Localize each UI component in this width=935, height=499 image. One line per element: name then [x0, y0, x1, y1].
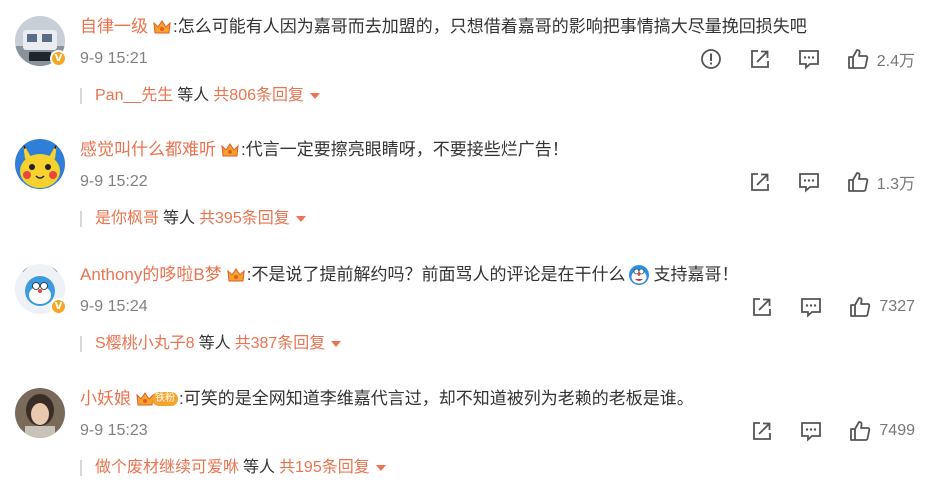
comment-item: 小妖娘 铁粉 :可笑的是全网知道李维嘉代言过，却不知道被列为老赖的老板是谁。 9… — [0, 372, 935, 496]
like-button[interactable]: 7327 — [849, 296, 915, 318]
reply-etc: 等人 — [243, 459, 276, 476]
crown-icon — [153, 20, 171, 34]
comment-item: 感觉叫什么都难听 :代言一定要擦亮眼睛呀，不要接些烂广告！ 9-9 15:22 … — [0, 123, 935, 247]
like-button[interactable]: 2.4万 — [847, 47, 915, 71]
verified-badge: V — [50, 298, 67, 315]
avatar[interactable] — [15, 139, 65, 189]
comment-item: V Anthony的哆啦B梦 :不是说了提前解约吗？前面骂人的评论是在干什么 支… — [0, 248, 935, 372]
reply-summary[interactable]: S樱桃小丸子8 等人 共387条回复 — [80, 333, 342, 355]
crown-icon — [221, 143, 239, 157]
comment-text: :代言一定要擦亮眼睛呀，不要接些烂广告！ — [241, 140, 569, 159]
doraemon-emoji-icon — [629, 265, 650, 285]
comment-icon[interactable] — [798, 48, 820, 70]
timestamp: 9-9 15:24 — [80, 298, 148, 315]
divider — [80, 211, 82, 227]
reply-user[interactable]: 是你枫哥 — [95, 208, 159, 230]
username[interactable]: 自律一级 — [80, 15, 148, 39]
verified-badge: V — [50, 50, 67, 67]
comment-line: 感觉叫什么都难听 :代言一定要擦亮眼睛呀，不要接些烂广告！ — [80, 138, 569, 162]
reply-etc: 等人 — [163, 210, 196, 227]
comment-actions: 2.4万 — [700, 46, 915, 72]
timestamp: 9-9 15:22 — [80, 173, 148, 190]
comment-line: Anthony的哆啦B梦 :不是说了提前解约吗？前面骂人的评论是在干什么 支持嘉… — [80, 263, 738, 287]
like-icon — [850, 421, 871, 441]
chevron-down-icon — [295, 216, 306, 222]
timestamp: 9-9 15:21 — [80, 50, 148, 67]
comment-item: V 自律一级 :怎么可能有人因为嘉哥而去加盟的，只想借着嘉哥的影响把事情搞大尽量… — [0, 0, 935, 124]
reply-summary[interactable]: Pan__先生 等人 共806条回复 — [80, 85, 320, 107]
comment-actions: 7499 — [751, 418, 915, 444]
comment-actions: 7327 — [751, 294, 915, 320]
chevron-down-icon — [375, 465, 386, 471]
like-icon — [850, 297, 871, 317]
avatar[interactable] — [15, 388, 65, 438]
share-icon[interactable] — [749, 48, 771, 70]
like-icon — [847, 172, 868, 192]
chevron-down-icon — [310, 93, 320, 99]
username[interactable]: 感觉叫什么都难听 — [80, 138, 216, 162]
timestamp: 9-9 15:23 — [80, 422, 148, 439]
chevron-down-icon — [331, 341, 342, 347]
reply-user[interactable]: Pan__先生 — [95, 85, 173, 107]
divider — [80, 336, 82, 352]
like-icon — [847, 49, 868, 69]
crown-icon — [227, 268, 245, 282]
comment-icon[interactable] — [800, 296, 822, 318]
reply-user[interactable]: S樱桃小丸子8 — [95, 333, 195, 355]
like-count: 2.4万 — [876, 53, 915, 70]
share-icon[interactable] — [749, 171, 771, 193]
username[interactable]: Anthony的哆啦B梦 — [80, 263, 222, 287]
like-count: 1.3万 — [876, 176, 915, 193]
comment-icon[interactable] — [800, 420, 822, 442]
reply-user[interactable]: 做个废材继续可爱咻 — [95, 457, 239, 479]
report-icon[interactable] — [700, 48, 722, 70]
comment-line: 小妖娘 铁粉 :可笑的是全网知道李维嘉代言过，却不知道被列为老赖的老板是谁。 — [80, 387, 694, 411]
reply-etc: 等人 — [198, 335, 231, 352]
comment-text: :可笑的是全网知道李维嘉代言过，却不知道被列为老赖的老板是谁。 — [179, 389, 694, 408]
like-button[interactable]: 1.3万 — [847, 170, 915, 194]
comment-text: :不是说了提前解约吗？前面骂人的评论是在干什么 — [246, 265, 626, 284]
comment-line: 自律一级 :怎么可能有人因为嘉哥而去加盟的，只想借着嘉哥的影响把事情搞大尽量挽回… — [80, 15, 807, 39]
fan-badge-label: 铁粉 — [152, 392, 178, 406]
reply-summary[interactable]: 是你枫哥 等人 共395条回复 — [80, 208, 306, 230]
divider — [80, 460, 82, 476]
comment-text: :怎么可能有人因为嘉哥而去加盟的，只想借着嘉哥的影响把事情搞大尽量挽回损失吧 — [173, 17, 807, 36]
comment-text-after: 支持嘉哥！ — [653, 265, 739, 284]
reply-total[interactable]: 共387条回复 — [235, 333, 326, 355]
like-count: 7499 — [879, 422, 915, 439]
comment-actions: 1.3万 — [749, 169, 915, 195]
like-button[interactable]: 7499 — [849, 420, 915, 442]
comment-icon[interactable] — [798, 171, 820, 193]
reply-etc: 等人 — [177, 87, 210, 104]
share-icon[interactable] — [751, 296, 773, 318]
reply-total[interactable]: 共806条回复 — [213, 85, 304, 107]
share-icon[interactable] — [751, 420, 773, 442]
divider — [80, 88, 82, 104]
username[interactable]: 小妖娘 — [80, 387, 131, 411]
reply-summary[interactable]: 做个废材继续可爱咻 等人 共195条回复 — [80, 457, 386, 479]
fan-badge: 铁粉 — [135, 390, 178, 408]
like-count: 7327 — [879, 298, 915, 315]
reply-total[interactable]: 共395条回复 — [199, 208, 290, 230]
reply-total[interactable]: 共195条回复 — [279, 457, 370, 479]
